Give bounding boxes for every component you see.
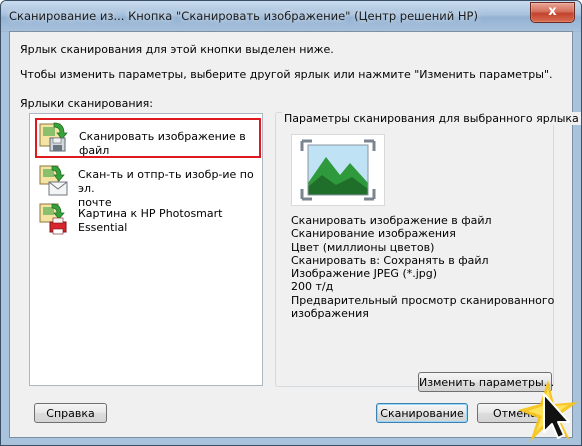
detail-line: Сканирование изображения: [291, 227, 456, 241]
description-line-1: Ярлык сканирования для этой кнопки выдел…: [20, 43, 334, 56]
scan-to-email-icon: [39, 165, 68, 196]
shortcut-label: Картина к HP Photosmart Essential: [78, 207, 223, 234]
shortcut-item-scan-to-email[interactable]: Скан-ть и отпр-ть изобр-ие по эл. почте: [36, 164, 258, 209]
shortcut-label: Сканировать изображение в файл: [79, 130, 246, 157]
detail-line: Сканировать в: Сохранять в файл: [291, 253, 489, 267]
shortcuts-label: Ярлыки сканирования:: [20, 97, 154, 110]
shortcut-item-scan-to-file[interactable]: Сканировать изображение в файл: [35, 118, 261, 158]
shortcuts-list[interactable]: Сканировать изображение в файл Скан-ть и…: [29, 113, 263, 386]
settings-details: Сканировать изображение в файл Сканирова…: [291, 214, 554, 320]
image-preview-icon: [300, 139, 376, 201]
shortcut-label: Скан-ть и отпр-ть изобр-ие по эл.: [78, 168, 254, 195]
window-title: Сканирование из... Кнопка "Сканировать и…: [9, 9, 478, 23]
help-button[interactable]: Справка: [34, 403, 107, 423]
detail-line: Сканировать изображение в файл: [291, 214, 492, 227]
preview-thumbnail: [291, 134, 385, 206]
shortcut-item-photosmart[interactable]: Картина к HP Photosmart Essential: [36, 202, 258, 236]
detail-line: Цвет (миллионы цветов): [291, 240, 435, 254]
settings-group-title: Параметры сканирования для выбранного яр…: [282, 112, 581, 125]
scan-to-file-icon: [39, 122, 68, 152]
description-line-2: Чтобы изменить параметры, выберите друго…: [20, 68, 553, 81]
detail-line: изображения: [291, 307, 369, 321]
detail-line: Изображение JPEG (*.jpg): [291, 267, 438, 281]
close-button[interactable]: x: [530, 2, 575, 23]
detail-line: 200 т/д: [291, 280, 334, 294]
scan-to-photosmart-icon: [39, 203, 67, 235]
close-icon: x: [548, 4, 557, 19]
detail-line: Предварительный просмотр сканированного: [291, 293, 555, 307]
mouse-cursor-icon: [518, 380, 578, 442]
title-bar[interactable]: Сканирование из... Кнопка "Сканировать и…: [1, 1, 581, 31]
scan-button[interactable]: Сканирование: [376, 403, 468, 423]
